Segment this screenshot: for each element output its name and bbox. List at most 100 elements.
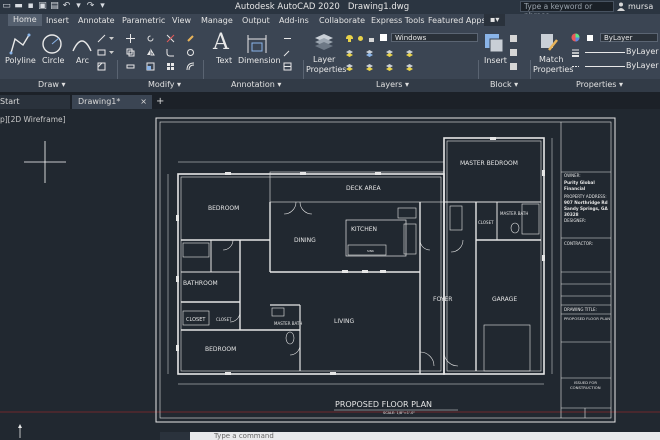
array-icon[interactable] xyxy=(166,62,175,71)
annotation-panel-title[interactable]: Annotation ▾ xyxy=(231,80,281,89)
dimension-icon[interactable] xyxy=(246,33,268,55)
draw-panel-title[interactable]: Draw ▾ xyxy=(38,80,65,89)
edit-attributes-icon[interactable] xyxy=(509,62,518,71)
layer-delete-icon[interactable] xyxy=(405,63,414,72)
tab-start[interactable]: Start xyxy=(0,95,70,109)
close-tab-icon[interactable]: × xyxy=(140,95,147,108)
tab-express-tools[interactable]: Express Tools xyxy=(371,16,425,25)
user-name[interactable]: mursa xyxy=(628,2,653,11)
save-icon[interactable]: ▪ xyxy=(26,1,35,11)
tab-drawing1[interactable]: Drawing1* × xyxy=(72,95,152,109)
save-as-icon[interactable]: ▣ xyxy=(38,1,47,11)
layer-lock-icon[interactable] xyxy=(367,34,376,43)
tab-collaborate[interactable]: Collaborate xyxy=(319,16,365,25)
block-panel-title[interactable]: Block ▾ xyxy=(490,80,518,89)
dimension-button[interactable]: Dimension xyxy=(238,56,281,65)
ribbon-toggle-icon[interactable]: ▪▾ xyxy=(484,14,506,26)
layer-iso-icon[interactable] xyxy=(345,49,354,58)
linetype-icon[interactable] xyxy=(571,62,580,71)
scale-icon[interactable] xyxy=(146,62,155,71)
undo-icon[interactable]: ↶ xyxy=(62,1,71,11)
move-icon[interactable] xyxy=(126,34,135,43)
offset-icon[interactable] xyxy=(186,62,195,71)
hatch-icon[interactable] xyxy=(97,62,106,71)
insert-block-icon[interactable] xyxy=(483,32,505,54)
linetype-value[interactable]: ByLayer xyxy=(626,61,659,70)
table-icon[interactable] xyxy=(283,62,292,71)
layer-previous-icon[interactable] xyxy=(385,63,394,72)
leader-icon[interactable] xyxy=(283,48,292,57)
match-properties-label-2[interactable]: Properties xyxy=(533,65,573,74)
insert-button[interactable]: Insert xyxy=(484,56,507,65)
tab-featured-apps[interactable]: Featured Apps xyxy=(428,16,486,25)
arc-icon[interactable] xyxy=(71,33,93,55)
explode-icon[interactable] xyxy=(186,48,195,57)
tab-annotate[interactable]: Annotate xyxy=(78,16,115,25)
new-tab-button[interactable]: + xyxy=(156,95,164,109)
mirror-icon[interactable] xyxy=(146,48,155,57)
tab-add-ins[interactable]: Add-ins xyxy=(279,16,309,25)
layers-panel-title[interactable]: Layers ▾ xyxy=(376,80,409,89)
fillet-icon[interactable] xyxy=(166,48,175,57)
layer-merge-icon[interactable] xyxy=(365,63,374,72)
layer-on-icon[interactable] xyxy=(345,34,354,43)
rotate-icon[interactable] xyxy=(146,34,155,43)
sun-icon[interactable] xyxy=(356,34,365,43)
linear-dim-icon[interactable] xyxy=(283,34,292,43)
room-dining: DINING xyxy=(294,237,316,244)
tab-manage[interactable]: Manage xyxy=(201,16,233,25)
create-block-icon[interactable] xyxy=(509,34,518,43)
draw-more-icon[interactable] xyxy=(107,34,116,43)
lineweight-icon[interactable] xyxy=(571,48,580,57)
owner-label: OWNER: xyxy=(564,173,581,178)
layer-match-icon[interactable] xyxy=(405,49,414,58)
tab-insert[interactable]: Insert xyxy=(46,16,69,25)
copy-icon[interactable] xyxy=(126,48,135,57)
polyline-button[interactable]: Polyline xyxy=(5,56,36,65)
redo-dropdown-icon[interactable]: ▾ xyxy=(98,1,107,11)
line-icon[interactable] xyxy=(97,34,106,43)
room-living: LIVING xyxy=(334,318,354,325)
modify-panel-title[interactable]: Modify ▾ xyxy=(148,80,181,89)
command-line-controls[interactable] xyxy=(160,432,190,440)
tab-home[interactable]: Home xyxy=(8,14,42,26)
circle-icon[interactable] xyxy=(41,33,63,55)
tab-view[interactable]: View xyxy=(172,16,191,25)
text-button[interactable]: Text xyxy=(216,56,232,65)
new-file-icon[interactable]: ▭ xyxy=(2,1,11,11)
plot-icon[interactable]: ▤ xyxy=(50,1,59,11)
erase-icon[interactable] xyxy=(186,34,195,43)
stretch-icon[interactable] xyxy=(126,62,135,71)
command-line-input[interactable]: Type a command xyxy=(190,432,660,440)
edit-block-icon[interactable] xyxy=(509,48,518,57)
tab-parametric[interactable]: Parametric xyxy=(122,16,165,25)
layer-off-icon[interactable] xyxy=(385,49,394,58)
user-icon[interactable] xyxy=(617,2,625,11)
text-icon[interactable]: A xyxy=(213,30,229,55)
color-dropdown[interactable]: ByLayer xyxy=(600,33,658,42)
color-wheel-icon[interactable] xyxy=(571,33,580,42)
layer-freeze-icon[interactable] xyxy=(365,49,374,58)
layer-properties-icon[interactable] xyxy=(313,32,335,52)
trim-icon[interactable] xyxy=(166,34,175,43)
open-folder-icon[interactable]: ▬ xyxy=(14,1,23,11)
tab-output[interactable]: Output xyxy=(242,16,270,25)
layer-dropdown[interactable]: Windows xyxy=(391,33,478,42)
help-search-input[interactable]: Type a keyword or phrase xyxy=(520,1,614,20)
match-properties-label-1[interactable]: Match xyxy=(539,55,563,64)
match-properties-icon[interactable] xyxy=(539,32,559,52)
lineweight-value[interactable]: ByLayer xyxy=(626,47,659,56)
rectangle-icon[interactable] xyxy=(97,48,106,57)
layer-color-swatch[interactable] xyxy=(380,34,387,41)
layer-properties-label-1[interactable]: Layer xyxy=(313,55,335,64)
circle-button[interactable]: Circle xyxy=(42,56,64,65)
properties-panel-title[interactable]: Properties ▾ xyxy=(576,80,623,89)
undo-dropdown-icon[interactable]: ▾ xyxy=(74,1,83,11)
draw-more-2-icon[interactable] xyxy=(107,48,116,57)
layer-properties-label-2[interactable]: Properties xyxy=(306,65,346,74)
polyline-icon[interactable] xyxy=(9,33,31,55)
layer-walk-icon[interactable] xyxy=(345,63,354,72)
redo-icon[interactable]: ↷ xyxy=(86,1,95,11)
drawing-canvas[interactable]: OWNER: Purity Global Financial PROPERTY … xyxy=(0,109,660,440)
arc-button[interactable]: Arc xyxy=(76,56,89,65)
